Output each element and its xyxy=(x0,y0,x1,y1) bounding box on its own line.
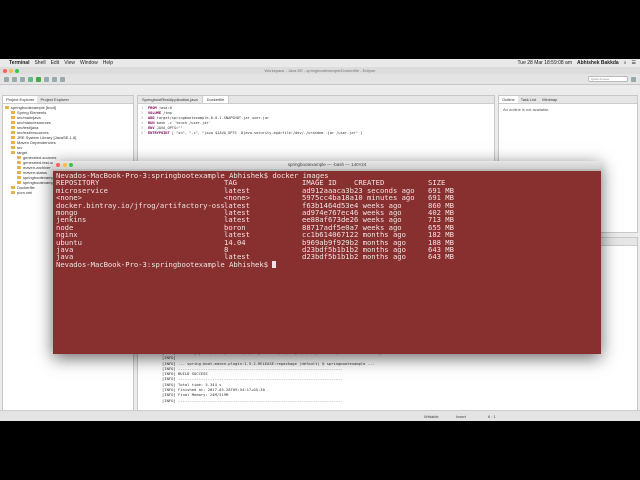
nav-forward-icon[interactable] xyxy=(60,76,65,82)
screen: Terminal Shell Edit View Window Help Tue… xyxy=(0,0,640,480)
outline-message: An outline is not available. xyxy=(503,107,550,112)
search-tool-icon[interactable] xyxy=(44,76,49,82)
cell-image-id: d23bdf5b1b1b xyxy=(302,252,354,262)
new-icon[interactable] xyxy=(4,76,9,82)
folder-icon xyxy=(11,135,15,140)
terminal-maximize-icon[interactable] xyxy=(69,163,73,167)
tab-task-list[interactable]: Task List xyxy=(518,96,540,103)
eclipse-toolbar: Quick Access xyxy=(0,74,640,85)
cell-created: 2 months ago xyxy=(354,252,406,262)
run-icon[interactable] xyxy=(36,76,41,82)
console-output: [INFO] Building jar: /Users/abhishek/spr… xyxy=(162,350,386,403)
folder-icon xyxy=(5,105,9,110)
code-area[interactable]: 1 FROM java:8 2 VOLUME /tmp 3 ADD target/spri… xyxy=(138,104,494,138)
tab-project-explorer-2[interactable]: Project Explorer xyxy=(37,96,71,103)
menu-edit[interactable]: Edit xyxy=(51,60,60,66)
terminal-minimize-icon[interactable] xyxy=(62,163,67,167)
menu-help[interactable]: Help xyxy=(103,60,113,66)
print-icon[interactable] xyxy=(20,76,25,82)
folder-icon xyxy=(17,180,21,185)
terminal-window: springbootexample — -bash — 140×24 Nevad… xyxy=(53,161,601,354)
menubar-clock[interactable]: Tue 28 Mar 18:59:08 am xyxy=(517,60,572,66)
status-writable: Writable xyxy=(424,413,439,419)
menu-window[interactable]: Window xyxy=(80,60,98,66)
terminal-title: springbootexample — -bash — 140×24 xyxy=(287,162,367,167)
folder-icon xyxy=(17,170,21,175)
console-line: [INFO] ---------------------------------… xyxy=(162,397,343,403)
eclipse-titlebar: Workspace - Java EE - springbootexample/… xyxy=(0,67,640,74)
tree-item-label: pom.xml xyxy=(17,190,33,195)
mac-menubar: Terminal Shell Edit View Window Help Tue… xyxy=(0,59,640,67)
menu-app-name[interactable]: Terminal xyxy=(9,60,29,66)
tab-editor-java[interactable]: SpringbootRestApplication.java xyxy=(138,96,203,103)
folder-icon xyxy=(11,125,15,130)
menu-view[interactable]: View xyxy=(64,60,75,66)
folder-icon xyxy=(11,150,15,155)
eclipse-title: Workspace - Java EE - springbootexample/… xyxy=(264,68,376,73)
tab-editor-dockerfile[interactable]: Dockerfile xyxy=(202,96,230,103)
code-text: [ "sh", "-c", "java $JAVA_OPTS -Djava.se… xyxy=(169,131,363,135)
folder-icon xyxy=(11,110,15,115)
tree-item-label: Maven Dependencies xyxy=(17,140,56,145)
folder-icon xyxy=(17,160,21,165)
quick-access-input[interactable]: Quick Access xyxy=(588,76,628,82)
debug-icon[interactable] xyxy=(28,76,33,82)
menu-list-icon[interactable]: ☰ xyxy=(632,60,636,66)
status-insert: Insert xyxy=(456,413,467,419)
terminal-titlebar: springbootexample — -bash — 140×24 xyxy=(53,161,601,169)
terminal-final-prompt: Nevados-MacBook-Pro-3:springbootexample … xyxy=(56,259,269,269)
maximize-icon[interactable] xyxy=(15,68,19,73)
status-position: 6 : 1 xyxy=(488,413,496,419)
folder-icon xyxy=(17,165,21,170)
save-icon[interactable] xyxy=(12,76,17,82)
folder-icon xyxy=(11,190,15,195)
folder-icon xyxy=(11,145,15,150)
folder-icon xyxy=(11,130,15,135)
folder-icon xyxy=(17,175,21,180)
cell-repository: docker.bintray.io/jfrog/artifactory-oss xyxy=(56,200,225,210)
line-number: 6 xyxy=(141,131,144,135)
folder-icon xyxy=(11,140,15,145)
tab-minimap[interactable]: Minimap xyxy=(539,96,560,103)
terminal-cursor xyxy=(272,260,277,268)
terminal-final-line: Nevados-MacBook-Pro-3:springbootexample … xyxy=(56,259,598,269)
search-icon[interactable]: ⌕ xyxy=(624,60,627,66)
minimize-icon[interactable] xyxy=(9,68,13,73)
terminal-body[interactable]: Nevados-MacBook-Pro-3:springbootexample … xyxy=(53,171,601,269)
code-line: 6 ENTRYPOINT [ "sh", "-c", "java $JAVA_OP… xyxy=(141,131,491,136)
terminal-rows: microservice latest ad912aaaca3b 23 seconds… xyxy=(56,186,598,262)
terminal-close-icon[interactable] xyxy=(56,163,60,167)
code-keyword: ENTRYPOINT xyxy=(148,131,170,135)
eclipse-statusbar: Writable Insert 6 : 1 xyxy=(0,410,640,421)
folder-icon xyxy=(11,115,15,120)
menubar-user[interactable]: Abhishek Bakkda xyxy=(577,60,619,66)
cell-size: 643 MB xyxy=(428,252,454,262)
tab-project-explorer[interactable]: Project Explorer xyxy=(3,96,38,103)
perspective-icon[interactable] xyxy=(631,76,636,82)
nav-back-icon[interactable] xyxy=(52,76,57,82)
close-icon[interactable] xyxy=(3,68,7,73)
menu-shell[interactable]: Shell xyxy=(34,60,45,66)
folder-icon xyxy=(11,185,15,190)
tab-outline[interactable]: Outline xyxy=(499,96,518,103)
folder-icon xyxy=(17,155,21,160)
folder-icon xyxy=(11,120,15,125)
